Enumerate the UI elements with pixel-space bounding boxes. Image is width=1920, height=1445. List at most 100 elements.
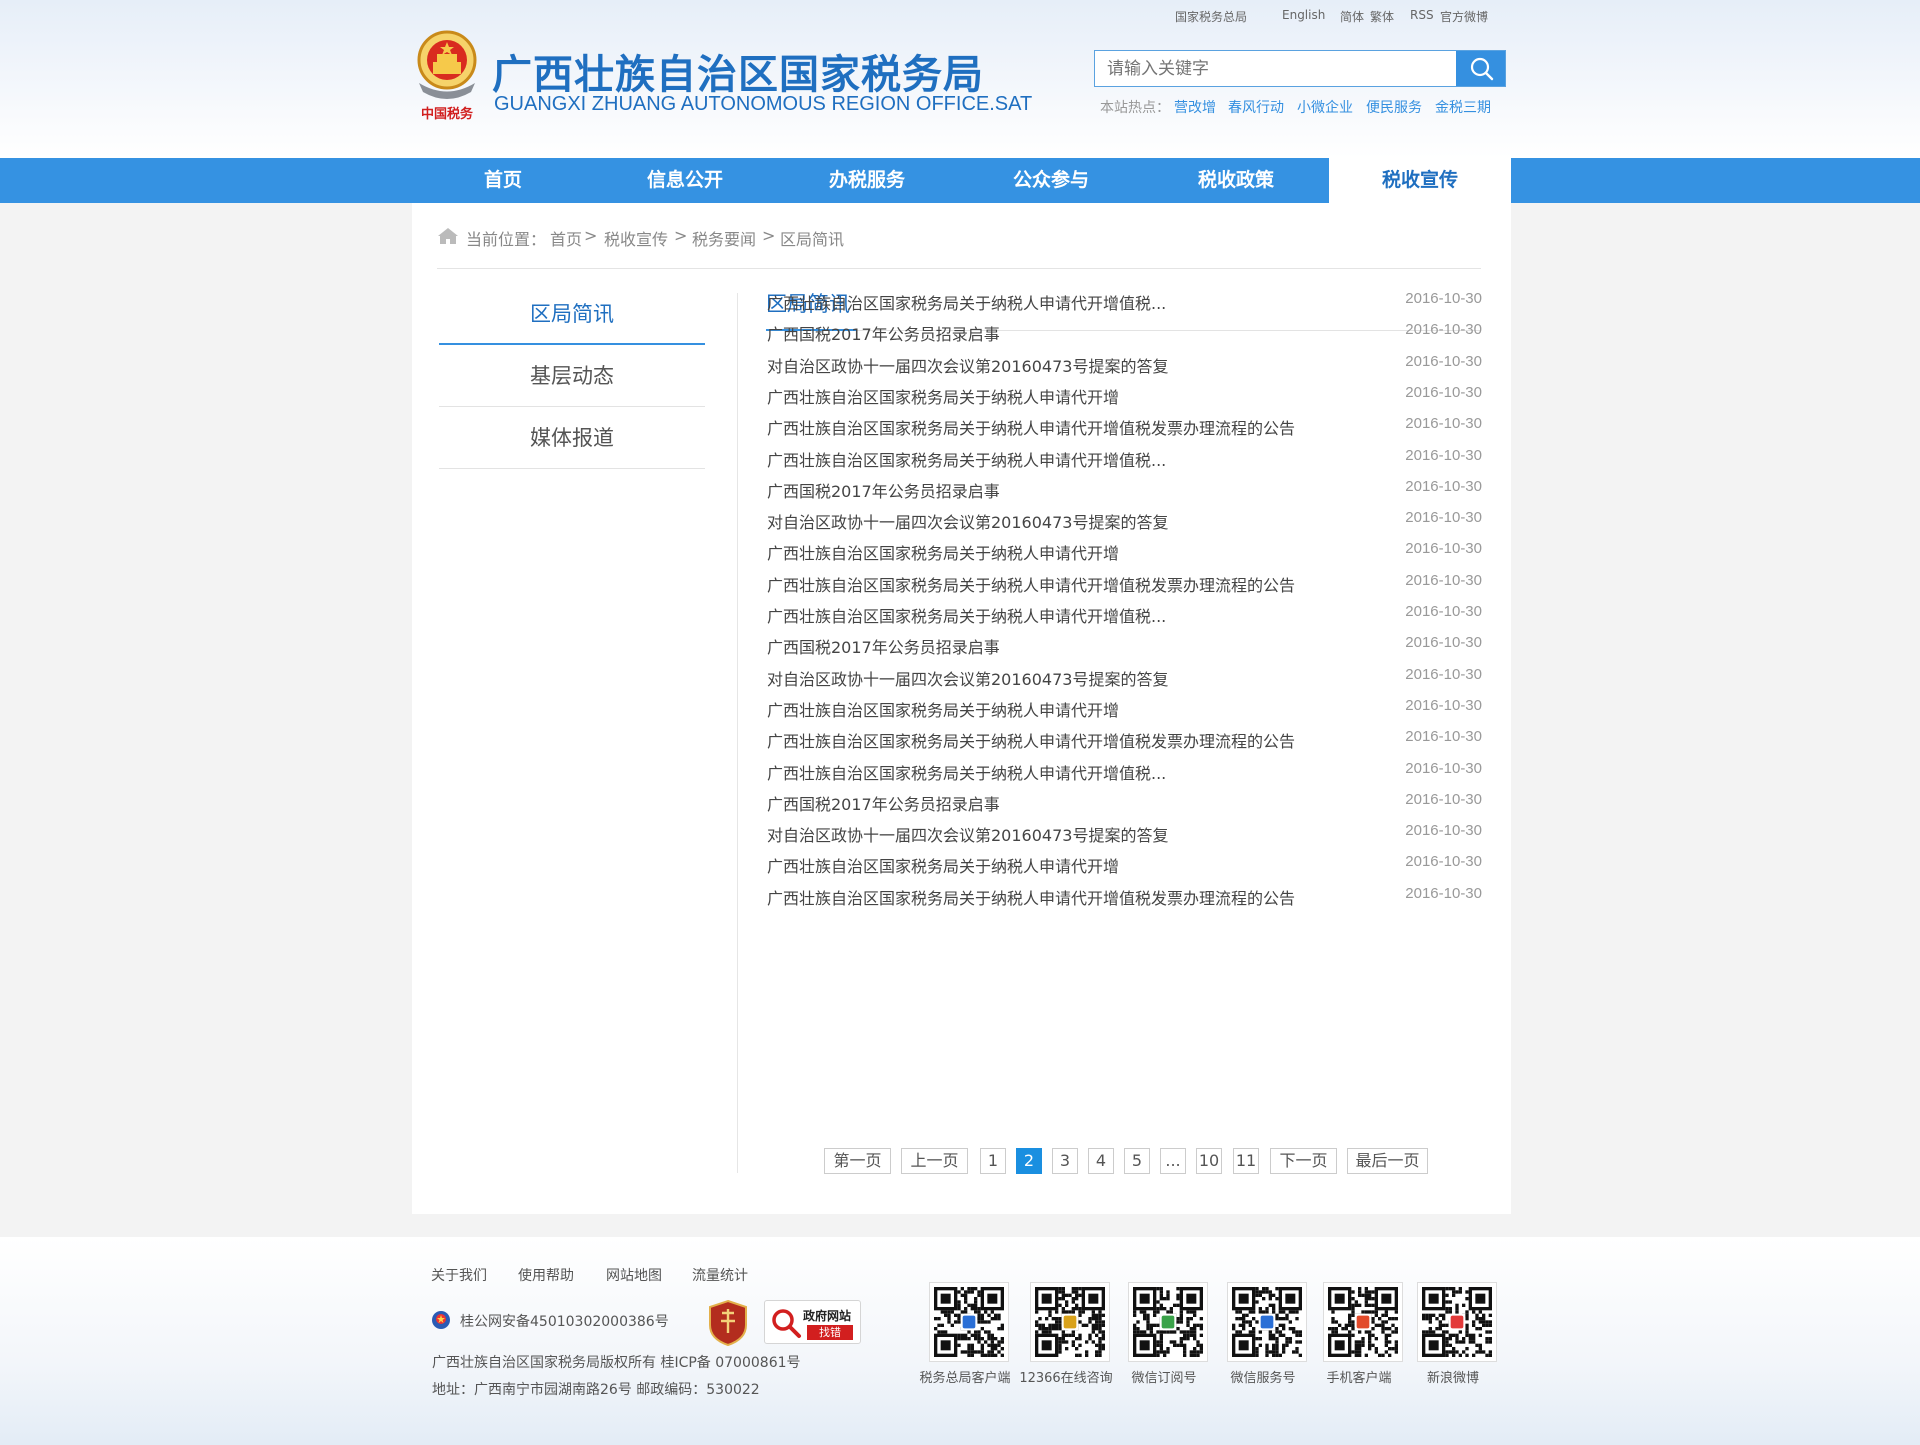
sidebar-item-news[interactable]: 区局简讯 <box>439 283 705 345</box>
hot-link[interactable]: 金税三期 <box>1435 97 1491 117</box>
article-title[interactable]: 广西壮族自治区国家税务局关于纳税人申请代开增 <box>767 540 1119 564</box>
qrcode-item[interactable]: 新浪微博 <box>1403 1282 1503 1386</box>
article-title[interactable]: 广西壮族自治区国家税务局关于纳税人申请代开增 <box>767 384 1119 408</box>
list-item[interactable]: 广西壮族自治区国家税务局关于纳税人申请代开增 2016-10-30 <box>767 695 1482 721</box>
prev-page-button[interactable]: 上一页 <box>901 1148 968 1174</box>
article-title[interactable]: 对自治区政协十一届四次会议第20160473号提案的答复 <box>767 509 1168 533</box>
article-title[interactable]: 广西壮族自治区国家税务局关于纳税人申请代开增值税... <box>767 603 1166 627</box>
page-number-current[interactable]: 2 <box>1016 1148 1042 1174</box>
footer-link-about[interactable]: 关于我们 <box>431 1265 487 1285</box>
main-nav: 首页 信息公开 办税服务 公众参与 税收政策 税收宣传 <box>0 158 1920 204</box>
article-date: 2016-10-30 <box>1405 447 1482 464</box>
list-item[interactable]: 对自治区政协十一届四次会议第20160473号提案的答复 2016-10-30 <box>767 351 1482 377</box>
next-page-button[interactable]: 下一页 <box>1270 1148 1337 1174</box>
article-title[interactable]: 广西壮族自治区国家税务局关于纳税人申请代开增 <box>767 697 1119 721</box>
article-title[interactable]: 广西国税2017年公务员招录启事 <box>767 478 1000 502</box>
hot-link[interactable]: 营改增 <box>1174 97 1216 117</box>
list-item[interactable]: 广西国税2017年公务员招录启事 2016-10-30 <box>767 319 1482 345</box>
page-number-button[interactable]: 4 <box>1088 1148 1114 1174</box>
breadcrumb-item[interactable]: 税收宣传 <box>604 226 668 250</box>
list-item[interactable]: 广西壮族自治区国家税务局关于纳税人申请代开增值税发票办理流程的公告 2016-10… <box>767 570 1482 596</box>
first-page-button[interactable]: 第一页 <box>824 1148 891 1174</box>
page-number-button[interactable]: 10 <box>1196 1148 1222 1174</box>
list-item[interactable]: 广西壮族自治区国家税务局关于纳税人申请代开增值税... 2016-10-30 <box>767 758 1482 784</box>
nav-item-publicity[interactable]: 税收宣传 <box>1329 158 1511 204</box>
hot-link[interactable]: 小微企业 <box>1297 97 1353 117</box>
page-number-button[interactable]: 1 <box>980 1148 1006 1174</box>
breadcrumb-item[interactable]: 首页 <box>550 226 582 250</box>
sidebar-item-grassroots[interactable]: 基层动态 <box>439 345 705 407</box>
list-item[interactable]: 对自治区政协十一届四次会议第20160473号提案的答复 2016-10-30 <box>767 507 1482 533</box>
article-title[interactable]: 广西国税2017年公务员招录启事 <box>767 321 1000 345</box>
hot-link[interactable]: 春风行动 <box>1228 97 1284 117</box>
hot-link[interactable]: 便民服务 <box>1366 97 1422 117</box>
qrcode-item[interactable]: 12366在线咨询 <box>1016 1282 1116 1386</box>
police-record-text[interactable]: 桂公网安备45010302000386号 <box>460 1311 669 1331</box>
toplink-weibo[interactable]: 官方微博 <box>1440 8 1488 25</box>
qrcode-item[interactable]: 税务总局客户端 <box>915 1282 1015 1386</box>
toplink-traditional[interactable]: 繁体 <box>1370 8 1394 25</box>
page-number-button[interactable]: 3 <box>1052 1148 1078 1174</box>
article-date: 2016-10-30 <box>1405 697 1482 714</box>
footer-link-sitemap[interactable]: 网站地图 <box>606 1265 662 1285</box>
list-item[interactable]: 广西国税2017年公务员招录启事 2016-10-30 <box>767 632 1482 658</box>
breadcrumb-separator: > <box>674 226 688 245</box>
tax-badge-icon[interactable] <box>707 1299 749 1347</box>
page-number-button[interactable]: 11 <box>1233 1148 1259 1174</box>
nav-item-participation[interactable]: 公众参与 <box>960 158 1142 203</box>
list-item[interactable]: 广西壮族自治区国家税务局关于纳税人申请代开增值税... 2016-10-30 <box>767 601 1482 627</box>
list-item[interactable]: 广西壮族自治区国家税务局关于纳税人申请代开增值税... 2016-10-30 <box>767 445 1482 471</box>
footer-link-help[interactable]: 使用帮助 <box>518 1265 574 1285</box>
nav-item-services[interactable]: 办税服务 <box>776 158 958 203</box>
list-item[interactable]: 广西国税2017年公务员招录启事 2016-10-30 <box>767 476 1482 502</box>
article-title[interactable]: 广西国税2017年公务员招录启事 <box>767 791 1000 815</box>
list-item[interactable]: 广西壮族自治区国家税务局关于纳税人申请代开增值税发票办理流程的公告 2016-10… <box>767 883 1482 909</box>
article-title[interactable]: 广西壮族自治区国家税务局关于纳税人申请代开增值税发票办理流程的公告 <box>767 572 1295 596</box>
article-title[interactable]: 对自治区政协十一届四次会议第20160473号提案的答复 <box>767 353 1168 377</box>
list-item[interactable]: 广西壮族自治区国家税务局关于纳税人申请代开增值税发票办理流程的公告 2016-10… <box>767 726 1482 752</box>
gov-badge-line1: 政府网站 <box>803 1309 852 1323</box>
toplink-english[interactable]: English <box>1282 8 1325 22</box>
list-item[interactable]: 对自治区政协十一届四次会议第20160473号提案的答复 2016-10-30 <box>767 820 1482 846</box>
article-title[interactable]: 对自治区政协十一届四次会议第20160473号提案的答复 <box>767 666 1168 690</box>
site-title: 广西壮族自治区国家税务局 <box>492 52 984 98</box>
article-date: 2016-10-30 <box>1405 822 1482 839</box>
list-item[interactable]: 对自治区政协十一届四次会议第20160473号提案的答复 2016-10-30 <box>767 664 1482 690</box>
gov-badge-line2: 找错 <box>807 1325 853 1340</box>
nav-item-home[interactable]: 首页 <box>412 158 594 203</box>
last-page-button[interactable]: 最后一页 <box>1347 1148 1428 1174</box>
list-item[interactable]: 广西壮族自治区国家税务局关于纳税人申请代开增 2016-10-30 <box>767 538 1482 564</box>
article-date: 2016-10-30 <box>1405 853 1482 870</box>
footer-link-stats[interactable]: 流量统计 <box>692 1265 748 1285</box>
search-input[interactable] <box>1095 51 1456 86</box>
toplink-rss[interactable]: RSS <box>1410 8 1434 22</box>
page-number-button[interactable]: 5 <box>1124 1148 1150 1174</box>
article-title[interactable]: 对自治区政协十一届四次会议第20160473号提案的答复 <box>767 822 1168 846</box>
article-title[interactable]: 广西国税2017年公务员招录启事 <box>767 634 1000 658</box>
toplink-simplified[interactable]: 简体 <box>1340 8 1364 25</box>
list-item[interactable]: 广西壮族自治区国家税务局关于纳税人申请代开增值税发票办理流程的公告 2016-10… <box>767 413 1482 439</box>
breadcrumb-item[interactable]: 税务要闻 <box>692 226 756 250</box>
article-title[interactable]: 广西壮族自治区国家税务局关于纳税人申请代开增值税... <box>767 760 1166 784</box>
article-title[interactable]: 广西壮族自治区国家税务局关于纳税人申请代开增值税发票办理流程的公告 <box>767 728 1295 752</box>
list-item[interactable]: 广西国税2017年公务员招录启事 2016-10-30 <box>767 789 1482 815</box>
article-title[interactable]: 广西壮族自治区国家税务局关于纳税人申请代开增值税... <box>767 290 1166 314</box>
article-title[interactable]: 广西壮族自治区国家税务局关于纳税人申请代开增值税发票办理流程的公告 <box>767 415 1295 439</box>
sidebar-item-media[interactable]: 媒体报道 <box>439 407 705 469</box>
list-item[interactable]: 广西壮族自治区国家税务局关于纳税人申请代开增 2016-10-30 <box>767 851 1482 877</box>
qrcode-item[interactable]: 微信订阅号 <box>1114 1282 1214 1386</box>
list-item[interactable]: 广西壮族自治区国家税务局关于纳税人申请代开增 2016-10-30 <box>767 382 1482 408</box>
list-item[interactable]: 广西壮族自治区国家税务局关于纳税人申请代开增值税... 2016-10-30 <box>767 288 1482 314</box>
breadcrumb-item-current: 区局简讯 <box>780 230 845 249</box>
qrcode-label: 新浪微博 <box>1426 1371 1479 1386</box>
nav-item-policy[interactable]: 税收政策 <box>1145 158 1327 203</box>
article-title[interactable]: 广西壮族自治区国家税务局关于纳税人申请代开增值税... <box>767 447 1166 471</box>
qrcode-item[interactable]: 微信服务号 <box>1213 1282 1313 1386</box>
search-button[interactable] <box>1456 51 1505 86</box>
qrcode-icon <box>1030 1282 1110 1362</box>
nav-item-info[interactable]: 信息公开 <box>594 158 776 203</box>
toplink-sat[interactable]: 国家税务总局 <box>1175 8 1247 25</box>
gov-site-error-badge[interactable]: 政府网站 找错 <box>764 1300 861 1344</box>
article-title[interactable]: 广西壮族自治区国家税务局关于纳税人申请代开增值税发票办理流程的公告 <box>767 885 1295 909</box>
article-title[interactable]: 广西壮族自治区国家税务局关于纳税人申请代开增 <box>767 853 1119 877</box>
